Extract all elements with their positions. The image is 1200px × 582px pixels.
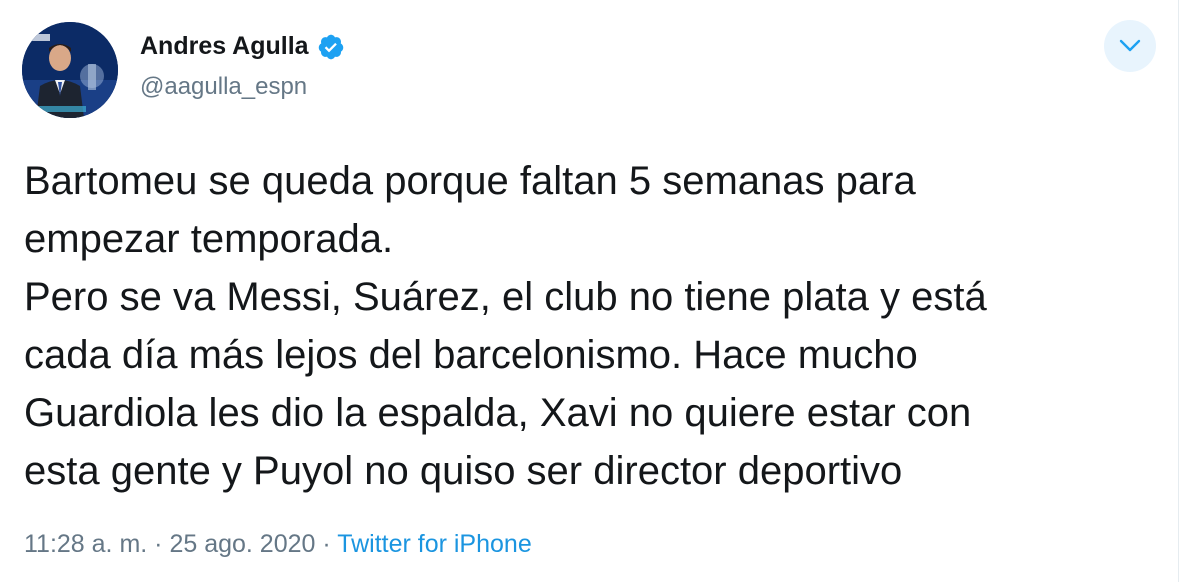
tweet-metadata: 11:28 a. m. · 25 ago. 2020 · Twitter for… — [24, 530, 532, 559]
tweet-card: Andres Agulla @aagulla_espn Bartomeu se … — [0, 0, 1179, 582]
avatar[interactable] — [22, 22, 118, 118]
author-handle[interactable]: @aagulla_espn — [140, 73, 307, 101]
tweet-source-link[interactable]: Twitter for iPhone — [337, 530, 532, 558]
tweet-text-line: esta gente y Puyol no quiso ser director… — [24, 449, 903, 493]
tweet-date[interactable]: 25 ago. 2020 — [169, 530, 315, 558]
tweet-time[interactable]: 11:28 a. m. — [24, 530, 147, 558]
tweet-text-line: Bartomeu se queda porque faltan 5 semana… — [24, 159, 916, 203]
chevron-down-icon — [1119, 39, 1141, 52]
tweet-text: Bartomeu se queda porque faltan 5 semana… — [24, 152, 1144, 500]
author-name-row[interactable]: Andres Agulla — [140, 32, 345, 61]
meta-separator: · — [147, 530, 170, 558]
tweet-text-line: empezar temporada. — [24, 217, 394, 261]
verified-badge-icon — [318, 34, 343, 59]
tweet-menu-button[interactable] — [1104, 20, 1156, 72]
tweet-text-line: Pero se va Messi, Suárez, el club no tie… — [24, 275, 987, 319]
author-name[interactable]: Andres Agulla — [140, 32, 309, 61]
tweet-text-line: cada día más lejos del barcelonismo. Hac… — [24, 333, 918, 377]
tweet-text-line: Guardiola les dio la espalda, Xavi no qu… — [24, 391, 972, 435]
avatar-image — [22, 22, 118, 118]
meta-separator: · — [315, 530, 338, 558]
